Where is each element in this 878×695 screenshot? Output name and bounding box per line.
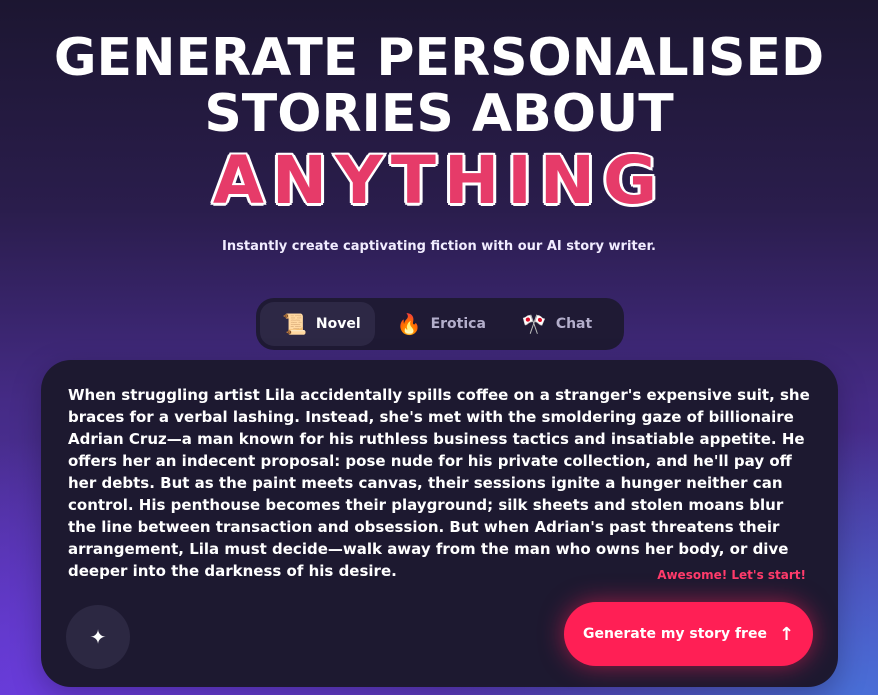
tab-novel[interactable]: 📜 Novel <box>260 302 375 346</box>
fire-icon: 🔥 <box>396 312 422 336</box>
tab-erotica[interactable]: 🔥 Erotica <box>375 302 500 346</box>
tab-novel-label: Novel <box>315 316 361 332</box>
generate-story-label: Generate my story free <box>582 626 767 642</box>
story-prompt-text[interactable]: When struggling artist Lila accidentally… <box>68 384 816 582</box>
arrow-up-icon: ↑ <box>778 623 795 645</box>
tab-chat-label: Chat <box>555 316 593 332</box>
story-type-tabs: 📜 Novel 🔥 Erotica 🎌 Chat <box>256 298 624 350</box>
story-prompt-card: When struggling artist Lila accidentally… <box>41 360 838 687</box>
tab-erotica-label: Erotica <box>430 316 486 332</box>
randomize-button[interactable]: ✦ <box>66 605 130 669</box>
flag-chat-icon: 🎌 <box>521 312 547 336</box>
hero-title-line-2: STORIES ABOUT <box>204 84 674 144</box>
hero-heading: GENERATE PERSONALISED STORIES ABOUT ANYT… <box>0 28 878 219</box>
generate-story-button[interactable]: Generate my story free ↑ <box>564 602 813 666</box>
tab-chat[interactable]: 🎌 Chat <box>500 302 606 346</box>
hero-subtitle: Instantly create captivating fiction wit… <box>222 239 656 254</box>
book-icon: 📜 <box>282 312 307 336</box>
awesome-hint: Awesome! Let's start! <box>657 568 806 582</box>
sparkle-icon: ✦ <box>89 625 107 649</box>
hero-accent-word: ANYTHING <box>211 142 666 219</box>
hero-title-line-1: GENERATE PERSONALISED <box>53 28 825 88</box>
